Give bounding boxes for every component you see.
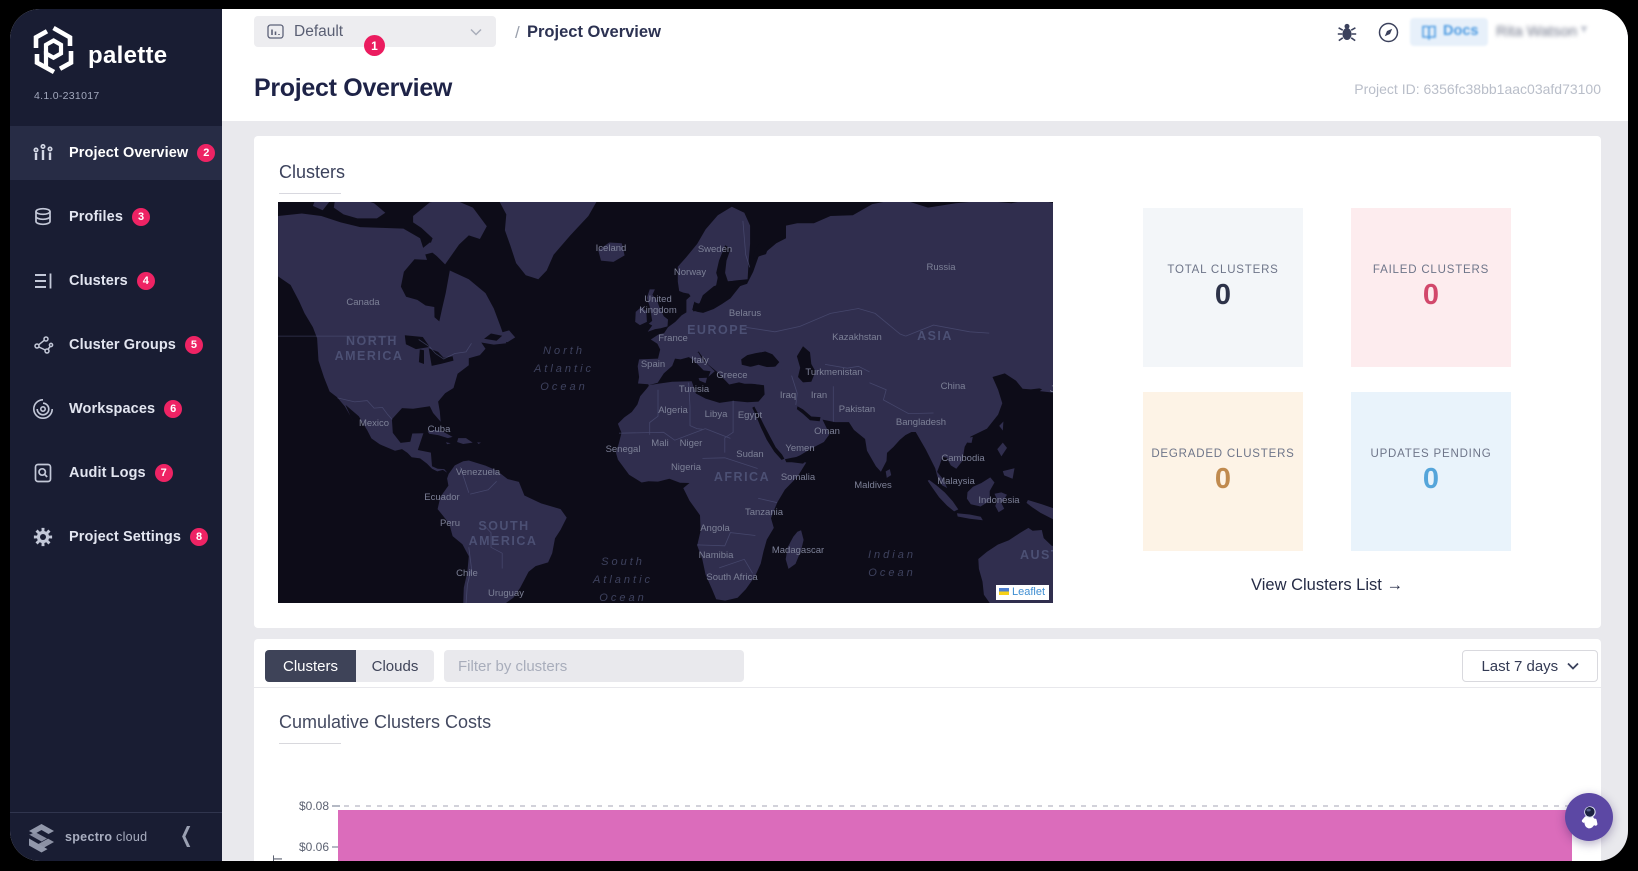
- svg-text:NORTH: NORTH: [346, 334, 398, 348]
- svg-text:Oman: Oman: [814, 426, 840, 437]
- svg-text:Pakistan: Pakistan: [839, 404, 875, 415]
- svg-text:Somalia: Somalia: [781, 472, 816, 483]
- svg-text:Malaysia: Malaysia: [937, 476, 975, 487]
- svg-text:Ocean: Ocean: [540, 381, 587, 393]
- svg-text:Belarus: Belarus: [729, 308, 761, 319]
- svg-text:Canada: Canada: [346, 297, 380, 308]
- svg-text:Namibia: Namibia: [699, 550, 735, 561]
- svg-text:United: United: [644, 294, 671, 305]
- svg-text:Ocean: Ocean: [868, 567, 915, 579]
- svg-text:AUSTRALIA: AUSTRALIA: [1020, 548, 1053, 562]
- svg-text:France: France: [658, 333, 688, 344]
- svg-text:Ecuador: Ecuador: [424, 492, 459, 503]
- svg-text:Bangladesh: Bangladesh: [896, 417, 946, 428]
- svg-text:South Africa: South Africa: [706, 572, 758, 583]
- svg-text:AMERICA: AMERICA: [469, 534, 538, 548]
- svg-text:Japan: Japan: [1050, 384, 1053, 395]
- svg-text:Turkmenistan: Turkmenistan: [805, 367, 862, 378]
- svg-text:Uruguay: Uruguay: [488, 588, 524, 599]
- svg-text:Angola: Angola: [700, 523, 730, 534]
- svg-text:Indian: Indian: [868, 549, 916, 561]
- svg-text:Egypt: Egypt: [738, 410, 763, 421]
- svg-text:Peru: Peru: [440, 518, 460, 529]
- svg-text:Madagascar: Madagascar: [772, 545, 824, 556]
- svg-text:Atlantic: Atlantic: [533, 363, 594, 375]
- svg-text:Sudan: Sudan: [736, 449, 763, 460]
- svg-text:Maldives: Maldives: [854, 480, 892, 491]
- svg-text:SOUTH: SOUTH: [478, 519, 529, 533]
- svg-text:Mali: Mali: [651, 438, 668, 449]
- svg-text:Cuba: Cuba: [428, 424, 451, 435]
- svg-text:North: North: [543, 345, 585, 357]
- svg-text:Chile: Chile: [456, 568, 478, 579]
- svg-text:Nigeria: Nigeria: [671, 462, 702, 473]
- svg-text:Italy: Italy: [691, 355, 709, 366]
- svg-text:ASIA: ASIA: [917, 329, 953, 343]
- svg-text:EUROPE: EUROPE: [687, 323, 749, 337]
- svg-text:South: South: [601, 556, 645, 568]
- svg-text:Tanzania: Tanzania: [745, 507, 784, 518]
- svg-text:Venezuela: Venezuela: [456, 467, 501, 478]
- svg-text:Niger: Niger: [680, 438, 703, 449]
- svg-text:AMERICA: AMERICA: [335, 349, 404, 363]
- svg-text:Kingdom: Kingdom: [639, 305, 677, 316]
- svg-text:Algeria: Algeria: [658, 405, 688, 416]
- svg-text:Libya: Libya: [705, 409, 728, 420]
- svg-text:Atlantic: Atlantic: [592, 574, 653, 586]
- svg-text:Tunisia: Tunisia: [679, 384, 710, 395]
- svg-text:Sweden: Sweden: [698, 244, 732, 255]
- svg-text:Norway: Norway: [674, 267, 706, 278]
- svg-text:China: China: [941, 381, 967, 392]
- svg-text:Mexico: Mexico: [359, 418, 389, 429]
- svg-text:Indonesia: Indonesia: [978, 495, 1020, 506]
- svg-text:Iran: Iran: [811, 390, 827, 401]
- svg-text:Russia: Russia: [926, 262, 956, 273]
- svg-text:Senegal: Senegal: [606, 444, 641, 455]
- svg-text:Yemen: Yemen: [785, 443, 814, 454]
- svg-text:Ocean: Ocean: [599, 592, 646, 603]
- svg-text:Greece: Greece: [716, 370, 747, 381]
- svg-text:AFRICA: AFRICA: [714, 470, 770, 484]
- svg-text:Spain: Spain: [641, 359, 665, 370]
- svg-text:Kazakhstan: Kazakhstan: [832, 332, 882, 343]
- svg-text:Cambodia: Cambodia: [941, 453, 985, 464]
- svg-text:Iraq: Iraq: [780, 390, 796, 401]
- svg-text:Iceland: Iceland: [596, 243, 627, 254]
